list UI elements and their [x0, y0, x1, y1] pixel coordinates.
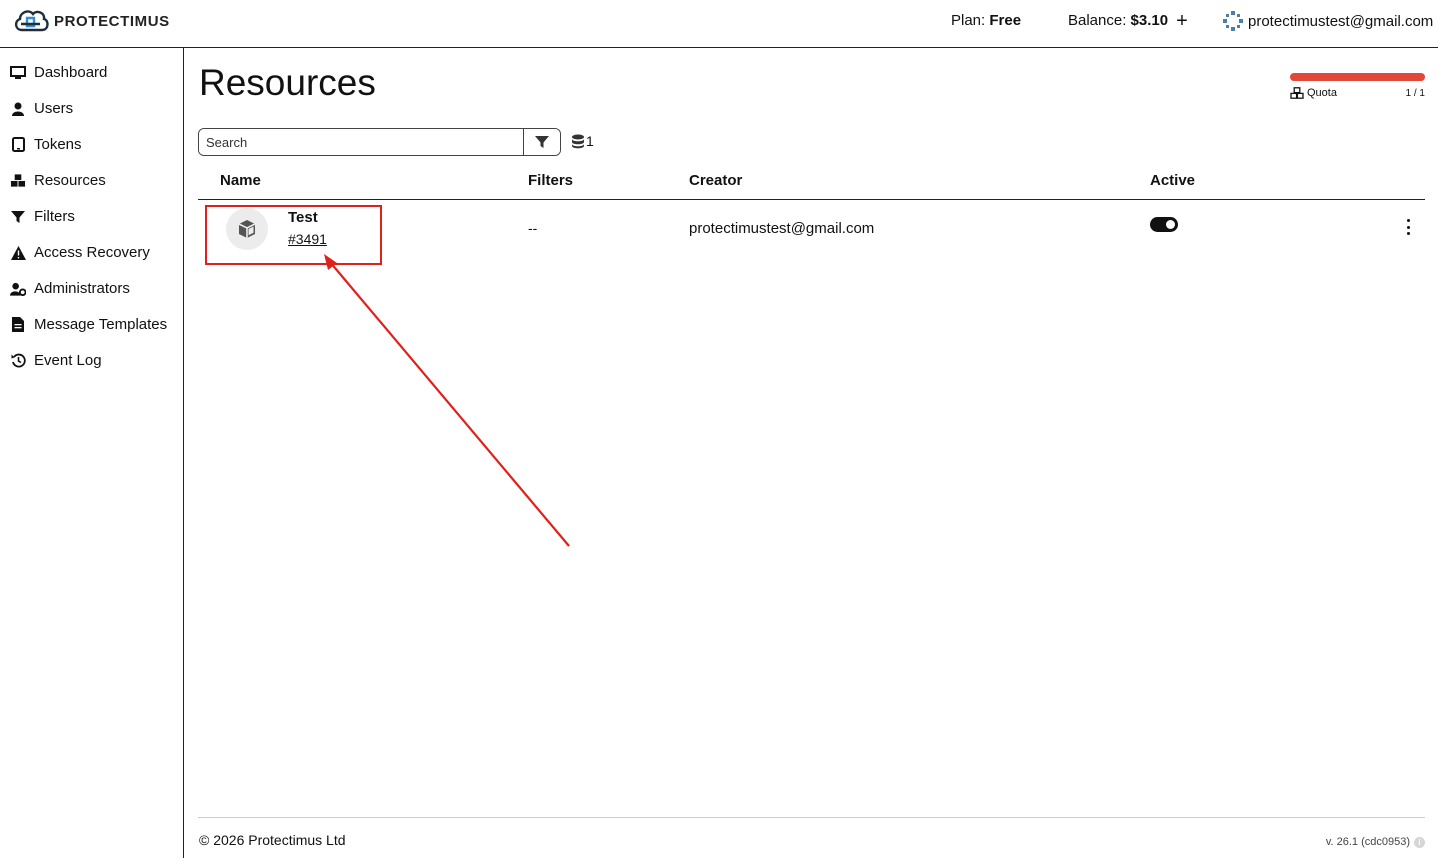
resource-count-value: 1 [586, 133, 594, 149]
sidebar-item-message-templates[interactable]: Message Templates [10, 316, 167, 333]
quota-widget: Quota 1 / 1 [1290, 73, 1425, 99]
logo[interactable]: PROTECTIMUS [12, 6, 170, 36]
user-avatar-icon [1223, 11, 1243, 31]
column-header-creator[interactable]: Creator [689, 172, 742, 189]
balance-label: Balance: [1068, 12, 1127, 29]
sidebar-item-label: Message Templates [34, 316, 168, 333]
column-header-filters[interactable]: Filters [528, 172, 573, 189]
sidebar-item-filters[interactable]: Filters [10, 208, 75, 225]
quota-label: Quota [1307, 87, 1337, 99]
database-icon [572, 134, 584, 148]
sidebar-item-access-recovery[interactable]: Access Recovery [10, 244, 150, 261]
info-icon[interactable]: i [1414, 836, 1425, 848]
search-bar [198, 128, 561, 156]
annotation-highlight-box [205, 205, 382, 265]
balance-value: $3.10 [1130, 12, 1169, 29]
resource-count: 1 [571, 133, 594, 149]
copyright-text: © 2026 Protectimus Ltd [199, 832, 346, 848]
logo-text: PROTECTIMUS [54, 12, 170, 30]
user-icon [10, 101, 26, 117]
active-toggle[interactable] [1150, 217, 1178, 232]
version-text: v. 26.1 (cdc0953) [1325, 836, 1410, 848]
filter-icon [10, 209, 26, 225]
top-header: PROTECTIMUS Plan: Free Balance: $3.10 + … [0, 0, 1438, 48]
sidebar-item-tokens[interactable]: Tokens [10, 136, 82, 153]
sidebar-item-event-log[interactable]: Event Log [10, 352, 102, 369]
history-icon [10, 353, 26, 369]
user-cog-icon [10, 281, 26, 297]
footer-divider [198, 817, 1425, 818]
cubes-icon [10, 173, 26, 189]
sidebar-item-label: Access Recovery [34, 244, 150, 261]
column-header-active[interactable]: Active [1150, 172, 1195, 189]
user-menu[interactable]: protectimustest@gmail.com ▼ [1222, 10, 1438, 32]
plan-value: Free [989, 12, 1022, 29]
document-icon [10, 317, 26, 333]
sidebar-item-dashboard[interactable]: Dashboard [10, 64, 107, 81]
sidebar-item-label: Tokens [34, 136, 82, 153]
sidebar-item-label: Filters [34, 208, 75, 225]
plan-indicator: Plan: Free [951, 12, 1021, 29]
sidebar: Dashboard Users Tokens Resources Filters… [0, 48, 184, 858]
sidebar-item-label: Resources [34, 172, 106, 189]
monitor-icon [10, 65, 26, 81]
page-title: Resources [199, 62, 376, 103]
sidebar-item-label: Event Log [34, 352, 102, 369]
user-email: protectimustest@gmail.com [1248, 12, 1434, 30]
plan-label: Plan: [951, 12, 986, 29]
quota-count: 1 / 1 [1405, 87, 1425, 99]
filter-button[interactable] [523, 129, 560, 155]
quota-progress-bar [1290, 73, 1425, 81]
sidebar-item-label: Dashboard [34, 64, 108, 81]
column-header-name[interactable]: Name [220, 172, 261, 189]
version-info: v. 26.1 (cdc0953) i [1326, 836, 1425, 848]
filter-icon [535, 136, 549, 148]
sidebar-item-label: Users [34, 100, 74, 117]
sidebar-item-resources[interactable]: Resources [10, 172, 106, 189]
cubes-icon [1290, 87, 1304, 99]
search-input[interactable] [199, 129, 523, 155]
cloud-shield-logo-icon [14, 10, 49, 32]
sidebar-item-label: Administrators [34, 280, 130, 297]
table-header-divider [198, 199, 1425, 200]
sidebar-item-users[interactable]: Users [10, 100, 73, 117]
tablet-icon [10, 137, 26, 153]
resource-creator: protectimustest@gmail.com [689, 220, 875, 237]
balance-indicator: Balance: $3.10 + [1068, 11, 1188, 31]
resource-filters: -- [528, 220, 538, 236]
warning-icon [10, 245, 26, 261]
more-options-icon[interactable] [1402, 219, 1414, 235]
sidebar-item-administrators[interactable]: Administrators [10, 280, 130, 297]
add-funds-plus-icon[interactable]: + [1176, 11, 1188, 31]
toggle-knob [1166, 220, 1175, 229]
